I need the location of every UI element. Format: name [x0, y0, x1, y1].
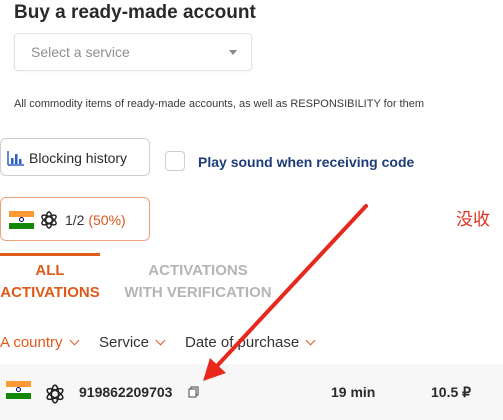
stats-percent: (50%) — [88, 212, 126, 228]
openai-icon — [44, 383, 66, 410]
page-title: Buy a ready-made account — [14, 2, 256, 23]
notice-text: All commodity items of ready-made accoun… — [14, 98, 425, 110]
chevron-down-icon — [155, 335, 166, 346]
chevron-down-icon — [229, 50, 237, 55]
tab-activations-with-verification[interactable]: ACTIVATIONS WITH VERIFICATION — [118, 260, 278, 304]
chevron-down-icon — [305, 335, 316, 346]
filter-country[interactable]: A country — [0, 334, 79, 351]
filter-service-label: Service — [99, 334, 150, 351]
tab-label-line2: ACTIVATIONS — [0, 284, 100, 301]
row-time: 19 min — [331, 384, 376, 400]
tab-label-line1: ALL — [35, 262, 65, 279]
active-tab-indicator — [0, 253, 100, 256]
india-flag-icon — [9, 211, 34, 229]
table-row[interactable] — [0, 364, 503, 420]
india-flag-icon — [6, 381, 31, 399]
play-sound-checkbox[interactable] — [165, 151, 185, 171]
chevron-down-icon — [69, 335, 79, 346]
service-select[interactable]: Select a service — [14, 33, 252, 71]
activation-stats: 1/2 (50%) — [0, 197, 150, 241]
tab-label-line2: WITH VERIFICATION — [124, 284, 272, 301]
blocking-history-button[interactable]: Blocking history — [0, 138, 150, 176]
copy-icon[interactable] — [188, 385, 199, 403]
row-price: 10.5 ₽ — [431, 384, 472, 400]
row-phone-number: 919862209703 — [79, 384, 173, 400]
filter-date-of-purchase[interactable]: Date of purchase — [185, 334, 316, 351]
service-select-placeholder: Select a service — [31, 44, 130, 60]
tab-all-activations[interactable]: ALL ACTIVATIONS — [0, 260, 100, 304]
play-sound-label[interactable]: Play sound when receiving code — [198, 154, 414, 170]
blocking-history-label: Blocking history — [29, 150, 128, 166]
filter-country-label: A country — [0, 334, 63, 351]
openai-icon — [39, 210, 59, 235]
annotation-text: 没收 — [456, 210, 490, 230]
stats-count: 1/2 — [65, 212, 85, 228]
bar-chart-icon — [7, 150, 25, 171]
filter-date-label: Date of purchase — [185, 334, 300, 351]
tab-label-line1: ACTIVATIONS — [148, 262, 248, 279]
filter-service[interactable]: Service — [99, 334, 166, 351]
